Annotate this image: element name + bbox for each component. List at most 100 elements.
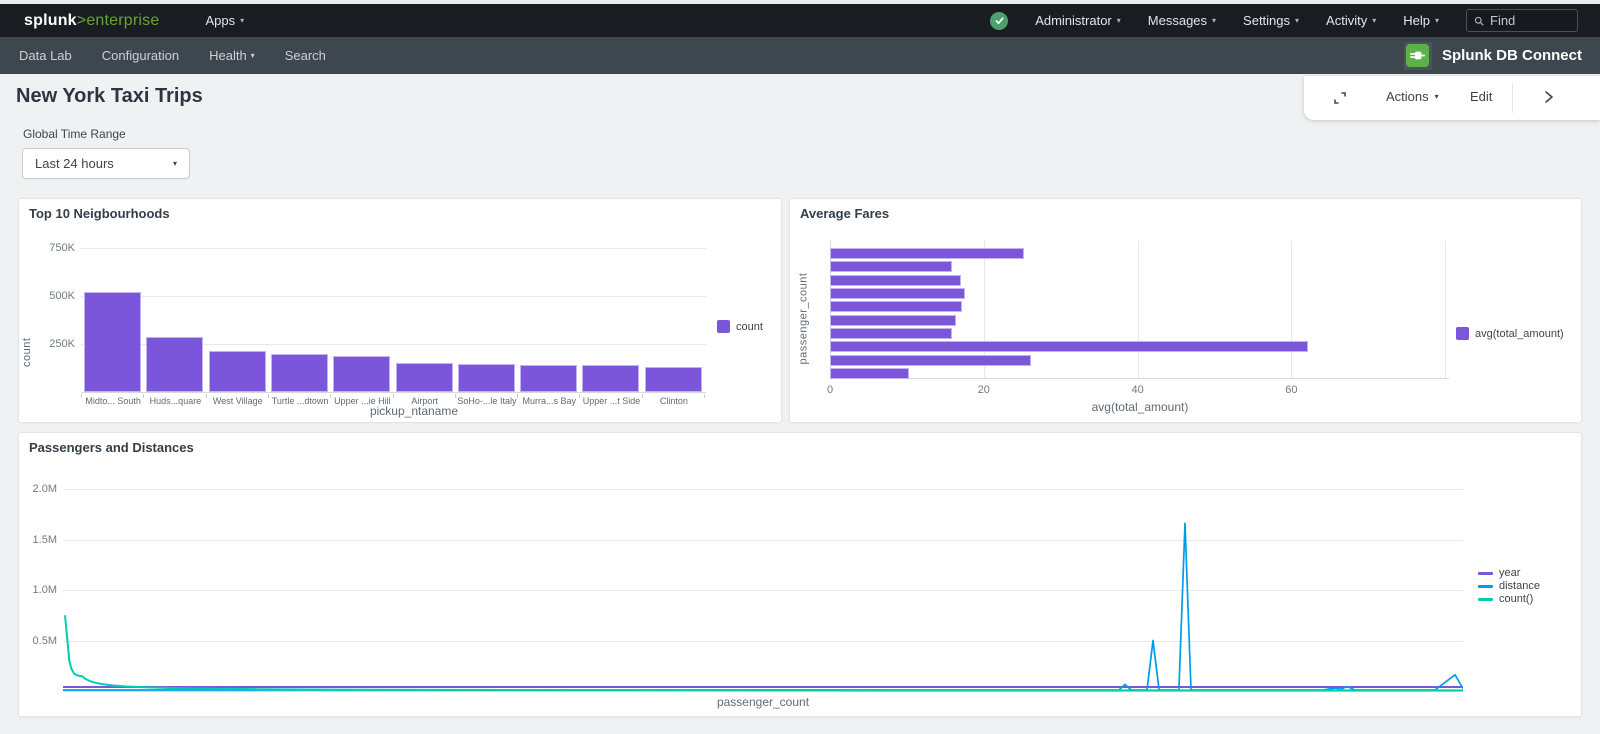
axis-tick — [517, 394, 518, 398]
time-range-dropdown[interactable]: Last 24 hours ▾ — [22, 148, 190, 179]
edit-button[interactable]: Edit — [1470, 89, 1492, 104]
logo-brand: splunk — [24, 12, 77, 29]
panel-passengers-distances: Passengers and Distances 0.5M1.0M1.5M2.0… — [18, 432, 1582, 717]
bar-7[interactable] — [520, 365, 577, 392]
db-connect-icon-tile — [1404, 42, 1432, 70]
gridline — [81, 296, 706, 297]
legend-swatch — [1478, 598, 1493, 601]
bar-1[interactable] — [146, 337, 203, 392]
actions-label: Actions — [1386, 89, 1429, 104]
bar-6[interactable] — [458, 364, 515, 392]
chart-passengers-plot[interactable]: 0.5M1.0M1.5M2.0M — [19, 433, 1581, 716]
menu-messages[interactable]: Messages▾ — [1148, 13, 1216, 28]
apps-menu[interactable]: Apps ▾ — [205, 13, 244, 28]
axis-tick — [268, 394, 269, 398]
bar-1[interactable] — [830, 261, 952, 272]
bar-9[interactable] — [645, 367, 702, 392]
menu-activity[interactable]: Activity▾ — [1326, 13, 1376, 28]
fullscreen-icon[interactable] — [1332, 90, 1348, 111]
menu-administrator[interactable]: Administrator▾ — [1035, 13, 1121, 28]
bar-3[interactable] — [271, 354, 328, 392]
axis-tick — [206, 394, 207, 398]
bar-2[interactable] — [830, 275, 961, 286]
axis-tick — [143, 394, 144, 398]
line-chart-canvas[interactable] — [63, 459, 1463, 693]
x-tick-label: 60 — [1276, 384, 1306, 396]
gridline — [1445, 241, 1446, 378]
nav-data-lab[interactable]: Data Lab — [19, 48, 72, 63]
dashboard-action-bar: Actions ▾ Edit — [1304, 76, 1600, 120]
panel-average-fares: Average Fares 0204060 passenger_count av… — [789, 198, 1582, 423]
menu-settings[interactable]: Settings▾ — [1243, 13, 1299, 28]
legend-swatch — [1478, 585, 1493, 588]
page-title: New York Taxi Trips — [16, 85, 203, 108]
legend-item: count — [717, 320, 763, 333]
bar-4[interactable] — [333, 356, 390, 392]
chevron-down-icon: ▾ — [1435, 93, 1439, 101]
axis-tick — [330, 394, 331, 398]
bar-4[interactable] — [830, 301, 962, 312]
menu-label: Help — [1403, 13, 1430, 28]
series-distance — [63, 523, 1463, 690]
find-search-box[interactable] — [1466, 9, 1578, 32]
chart-legend: count — [717, 320, 763, 333]
bar-5[interactable] — [396, 363, 453, 392]
bar-8[interactable] — [582, 365, 639, 392]
nav-configuration[interactable]: Configuration — [102, 48, 179, 63]
bar-5[interactable] — [830, 315, 956, 326]
bar-6[interactable] — [830, 328, 952, 339]
chevron-down-icon: ▾ — [1117, 17, 1121, 25]
x-tick-label: 20 — [969, 384, 999, 396]
series-count — [65, 615, 1463, 690]
top-navbar: splunk>enterprise Apps ▾ Administrator▾ … — [0, 4, 1600, 37]
chart-top10-plot[interactable]: 250K500K750KMidto... SouthHuds...quareWe… — [19, 199, 781, 422]
y-tick-label: 2.0M — [23, 483, 57, 495]
splunk-logo[interactable]: splunk>enterprise — [24, 12, 159, 30]
y-axis-title: passenger_count — [798, 260, 810, 365]
y-tick-label: 250K — [41, 338, 75, 350]
time-range-label: Global Time Range — [23, 127, 126, 141]
bar-8[interactable] — [830, 355, 1031, 366]
x-axis-title: pickup_ntaname — [274, 404, 554, 418]
legend-label: count — [736, 321, 763, 333]
bar-7[interactable] — [830, 341, 1308, 352]
bar-3[interactable] — [830, 288, 965, 299]
actions-button[interactable]: Actions ▾ — [1386, 89, 1439, 104]
time-range-value: Last 24 hours — [35, 156, 114, 171]
x-tick-label: 0 — [815, 384, 845, 396]
nav-health[interactable]: Health ▾ — [209, 48, 255, 63]
bar-0[interactable] — [830, 248, 1024, 259]
health-status-icon[interactable] — [990, 12, 1008, 30]
legend-label: distance — [1499, 580, 1540, 592]
nav-search[interactable]: Search — [285, 48, 326, 63]
chevron-down-icon: ▾ — [1295, 17, 1299, 25]
bar-9[interactable] — [830, 368, 909, 379]
find-input[interactable] — [1490, 13, 1570, 28]
legend-swatch — [1478, 572, 1493, 575]
gridline — [1138, 241, 1139, 378]
bar-0[interactable] — [84, 292, 141, 392]
chevron-right-icon[interactable] — [1542, 89, 1556, 110]
legend-label: count() — [1499, 593, 1533, 605]
legend-item: distance — [1478, 580, 1540, 592]
chart-fares-plot[interactable]: 0204060 — [790, 199, 1581, 422]
legend-item: avg(total_amount) — [1456, 327, 1564, 340]
x-category-label: Clinton — [642, 396, 706, 406]
chevron-down-icon: ▾ — [251, 52, 255, 60]
chart-legend: yeardistancecount() — [1478, 567, 1540, 605]
x-axis-title: avg(total_amount) — [1000, 400, 1280, 414]
legend-swatch — [717, 320, 730, 333]
bar-2[interactable] — [209, 351, 266, 392]
plug-icon — [1406, 44, 1429, 67]
divider — [1512, 83, 1513, 113]
menu-help[interactable]: Help▾ — [1403, 13, 1439, 28]
search-icon — [1474, 15, 1484, 27]
legend-label: year — [1499, 567, 1520, 579]
gridline — [1291, 241, 1292, 378]
logo-gt: > — [77, 12, 87, 29]
gridline — [81, 248, 706, 249]
axis-tick — [455, 394, 456, 398]
y-tick-label: 750K — [41, 242, 75, 254]
y-tick-label: 500K — [41, 290, 75, 302]
menu-label: Activity — [1326, 13, 1367, 28]
